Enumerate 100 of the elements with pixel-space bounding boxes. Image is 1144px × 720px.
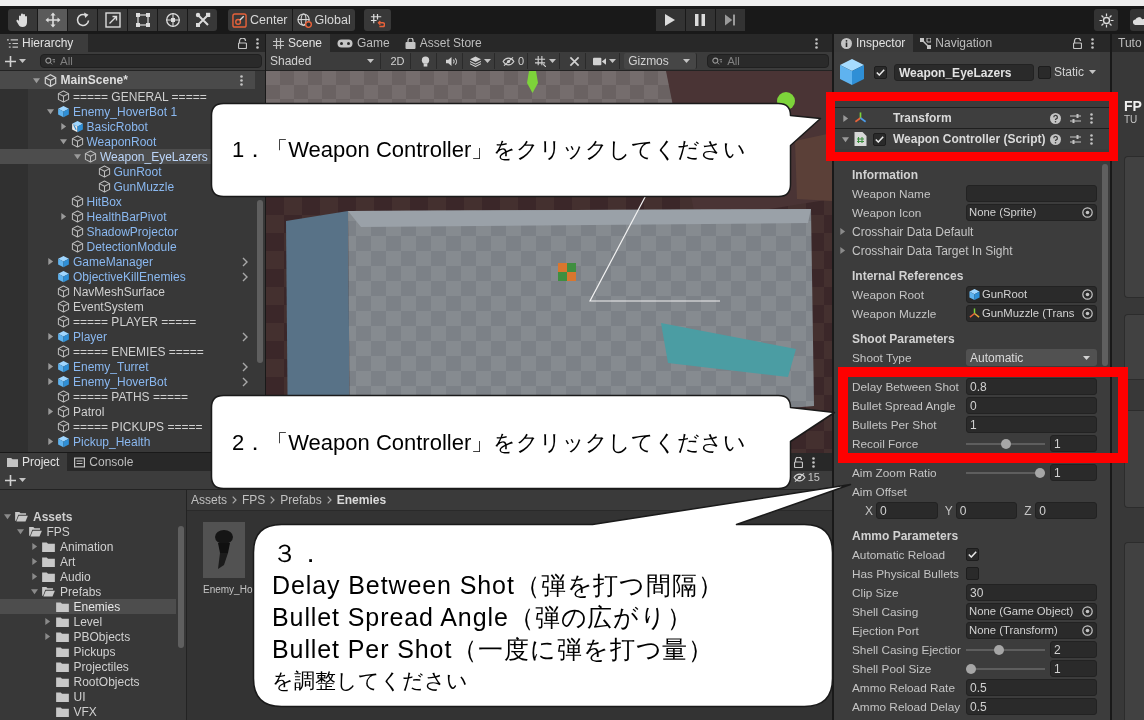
kebab-menu-icon[interactable] — [256, 37, 259, 49]
fold-arrow-icon[interactable] — [60, 123, 67, 130]
tab[interactable]: Navigation — [913, 34, 1001, 52]
slider-thumb[interactable] — [1000, 438, 1011, 449]
tab[interactable]: Scene — [266, 34, 331, 52]
hierarchy-item[interactable]: EventSystem — [0, 299, 150, 314]
lock-icon[interactable] — [794, 456, 803, 468]
object-picker-icon[interactable] — [1082, 207, 1093, 218]
fold-arrow-icon[interactable] — [46, 258, 54, 265]
object-field[interactable]: GunMuzzle (Trans — [966, 305, 1097, 322]
space-mode-button[interactable]: Global — [292, 9, 355, 31]
object-picker-icon[interactable] — [1082, 625, 1093, 636]
tool-button[interactable] — [128, 9, 157, 31]
fold-arrow-icon[interactable] — [17, 528, 24, 535]
folder-item[interactable]: Assets — [0, 509, 176, 524]
folder-item[interactable]: Animation — [0, 539, 176, 554]
fold-arrow-icon[interactable] — [46, 333, 54, 340]
tool-button[interactable] — [188, 9, 217, 31]
hierarchy-item[interactable]: Pickup_Health — [0, 434, 157, 449]
help-icon[interactable] — [1050, 112, 1061, 124]
folder-item[interactable]: Audio — [0, 569, 176, 584]
folder-item[interactable]: Level — [0, 614, 176, 629]
tutorial-card[interactable] — [1124, 314, 1144, 380]
text-field[interactable]: 30 — [966, 584, 1097, 601]
hierarchy-item[interactable]: HealthBarPivot — [0, 209, 173, 224]
number-field[interactable]: 0 — [876, 502, 938, 519]
text-field[interactable]: 0 — [966, 397, 1097, 414]
hierarchy-item[interactable]: Weapon_EyeLazers — [0, 149, 214, 164]
fold-arrow-icon[interactable] — [46, 408, 54, 415]
fold-arrow-icon[interactable] — [60, 213, 67, 220]
text-field[interactable]: 0.5 — [966, 698, 1097, 715]
hierarchy-item[interactable]: WeaponRoot — [0, 134, 163, 149]
lock-icon[interactable] — [1073, 37, 1082, 49]
folder-item[interactable]: UI — [0, 689, 176, 704]
scrollbar-thumb[interactable] — [178, 526, 184, 648]
kebab-menu-icon[interactable] — [240, 74, 243, 86]
tool-button[interactable] — [68, 9, 97, 31]
hierarchy-item[interactable]: Patrol — [0, 404, 111, 419]
folder-item[interactable]: Pickups — [0, 644, 176, 659]
fold-arrow-icon[interactable] — [839, 247, 846, 254]
breadcrumb-link[interactable]: Enemies — [336, 493, 387, 507]
folder-item[interactable]: RootObjects — [0, 674, 176, 689]
folder-item[interactable]: FPS — [0, 524, 176, 539]
tab[interactable]: Hierarchy — [0, 34, 88, 52]
chevron-right-icon[interactable] — [242, 376, 248, 387]
breadcrumb-link[interactable]: Prefabs — [280, 493, 322, 507]
checkbox[interactable] — [1038, 65, 1051, 79]
checkbox[interactable] — [966, 548, 979, 561]
hierarchy-item[interactable]: GameManager — [0, 254, 255, 269]
breadcrumb-link[interactable]: Assets — [191, 493, 227, 507]
hierarchy-item[interactable]: Enemy_Turret — [0, 359, 255, 374]
kebab-menu-icon[interactable] — [812, 456, 815, 468]
foldout[interactable]: Crosshair Data Target In Sight — [839, 243, 1013, 258]
hierarchy-item[interactable]: ===== PATHS ===== — [0, 389, 194, 404]
pivot-mode-button[interactable]: Center — [228, 9, 292, 31]
tool-button[interactable] — [8, 9, 37, 31]
folder-item[interactable]: VFX — [0, 704, 176, 719]
search-field[interactable]: All — [707, 54, 829, 68]
object-field[interactable]: GunRoot — [966, 286, 1097, 303]
hierarchy-item[interactable]: Player — [0, 329, 255, 344]
scene-header-row[interactable]: MainScene* — [0, 71, 255, 89]
object-picker-icon[interactable] — [1082, 308, 1093, 319]
kebab-menu-icon[interactable] — [1090, 133, 1093, 145]
help-icon[interactable] — [1050, 133, 1061, 145]
folder-item[interactable]: Projectiles — [0, 659, 176, 674]
grid-snap-button[interactable] — [363, 9, 391, 31]
gizmos-dropdown[interactable]: Gizmos — [624, 53, 698, 69]
fold-arrow-icon[interactable] — [3, 513, 11, 520]
object-picker-icon[interactable] — [1082, 289, 1093, 300]
chevron-right-icon[interactable] — [242, 271, 248, 282]
robot-thumbnail[interactable] — [203, 522, 245, 578]
tool-button[interactable] — [158, 9, 187, 31]
pause-button[interactable] — [685, 9, 715, 31]
play-button[interactable] — [655, 9, 685, 31]
fold-arrow-icon[interactable] — [46, 438, 54, 445]
hierarchy-item[interactable]: Enemy_HoverBot — [0, 374, 255, 389]
step-button[interactable] — [715, 9, 745, 31]
sliders-icon[interactable] — [1070, 133, 1081, 145]
caret-icon[interactable] — [1089, 70, 1096, 74]
sliders-icon[interactable] — [1070, 112, 1081, 124]
number-field[interactable]: 0 — [1035, 502, 1097, 519]
hierarchy-item[interactable]: ===== GENERAL ===== — [0, 89, 213, 104]
slider-thumb[interactable] — [966, 663, 976, 674]
lighting-button[interactable] — [1094, 9, 1118, 31]
fold-arrow-icon[interactable] — [46, 108, 54, 115]
hierarchy-item[interactable]: ===== PLAYER ===== — [0, 314, 203, 329]
fold-arrow-icon[interactable] — [30, 543, 38, 550]
hierarchy-item[interactable]: ShadowProjector — [0, 224, 184, 239]
folder-item[interactable]: Enemies — [0, 599, 176, 614]
text-field[interactable]: 1 — [966, 416, 1097, 433]
fold-arrow-icon[interactable] — [839, 228, 846, 235]
fold-arrow-icon[interactable] — [46, 378, 54, 385]
search-field[interactable]: All — [40, 54, 262, 68]
slider-thumb[interactable] — [1035, 467, 1045, 478]
hierarchy-item[interactable]: ===== PICKUPS ===== — [0, 419, 209, 434]
hidden-objects-button[interactable]: 0 — [499, 53, 529, 69]
text-field[interactable] — [966, 185, 1097, 202]
hidden-packages-button[interactable]: 15 — [792, 472, 820, 482]
add-button[interactable] — [5, 53, 26, 69]
number-field[interactable]: 0 — [955, 502, 1018, 519]
